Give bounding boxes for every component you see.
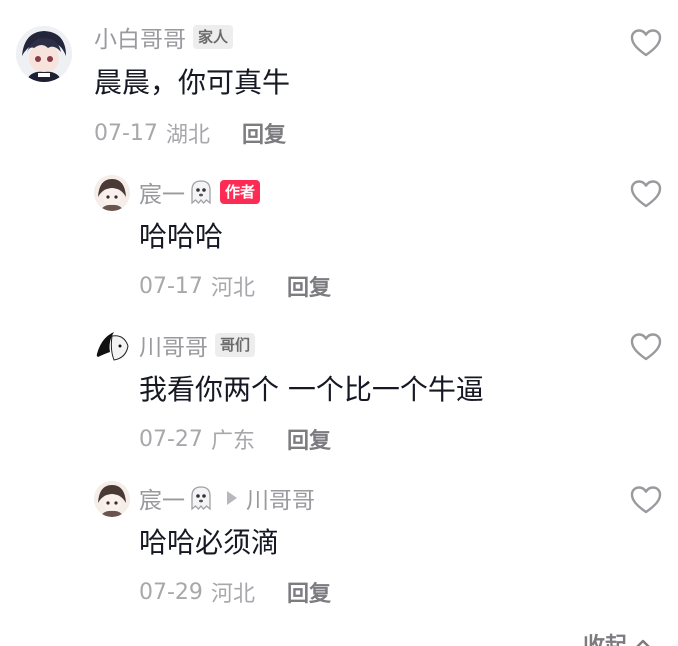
avatar[interactable] <box>16 26 72 82</box>
comment-meta: 07-27 广东 回复 <box>139 423 331 455</box>
avatar[interactable] <box>94 481 130 517</box>
comment-location: 湖北 <box>165 123 210 148</box>
comment-thread: 小白哥哥 家人 晨晨，你可真牛 07-17 湖北 回复 宸一 作者 哈哈哈 07… <box>0 0 678 646</box>
avatar-sketch-icon <box>94 328 130 364</box>
comment-meta: 07-17 湖北 回复 <box>94 117 286 149</box>
comment-meta: 07-17 河北 回复 <box>139 270 331 302</box>
username[interactable]: 宸一 <box>139 481 185 515</box>
comment-text: 哈哈必须滴 <box>139 526 280 559</box>
comment-location: 河北 <box>210 276 255 301</box>
username[interactable]: 小白哥哥 <box>94 20 186 54</box>
username[interactable]: 宸一 <box>139 175 185 209</box>
comment-location: 河北 <box>210 582 255 607</box>
comment-meta: 07-29 河北 回复 <box>139 576 331 608</box>
reply-to-arrow-icon <box>227 491 237 505</box>
avatar-anime-girl-icon <box>94 175 130 211</box>
comment-header: 小白哥哥 家人 <box>94 20 234 54</box>
heart-icon[interactable] <box>630 332 662 362</box>
relationship-badge: 家人 <box>193 25 234 49</box>
ghost-emoji-icon <box>191 180 211 205</box>
reply-button[interactable]: 回复 <box>287 423 331 455</box>
heart-icon[interactable] <box>630 179 662 209</box>
avatar[interactable] <box>94 175 130 211</box>
author-badge: 作者 <box>220 180 261 204</box>
ghost-emoji-icon <box>191 486 211 511</box>
comment-header: 川哥哥 哥们 <box>139 328 256 362</box>
relationship-badge: 哥们 <box>215 333 256 357</box>
comment-header: 宸一 川哥哥 <box>139 481 315 515</box>
comment-date: 07-17 <box>94 120 158 146</box>
reply-button[interactable]: 回复 <box>287 576 331 608</box>
collapse-replies-button[interactable]: 收起 <box>583 628 653 646</box>
comment-date: 07-29 <box>139 579 203 605</box>
username[interactable]: 川哥哥 <box>139 328 208 362</box>
comment-header: 宸一 作者 <box>139 175 261 209</box>
comment-date: 07-27 <box>139 426 203 452</box>
avatar-anime-girl-icon <box>94 481 130 517</box>
comment-location: 广东 <box>210 429 255 454</box>
reply-button[interactable]: 回复 <box>242 117 286 149</box>
collapse-label: 收起 <box>583 628 627 646</box>
comment-text: 晨晨，你可真牛 <box>94 66 291 99</box>
avatar[interactable] <box>94 328 130 364</box>
heart-icon[interactable] <box>630 485 662 515</box>
reply-to-username[interactable]: 川哥哥 <box>246 481 315 515</box>
avatar-anime-boy-icon <box>16 26 72 82</box>
comment-date: 07-17 <box>139 273 203 299</box>
comment-text: 哈哈哈 <box>139 220 224 253</box>
comment-text: 我看你两个 一个比一个牛逼 <box>139 373 484 406</box>
chevron-up-icon <box>636 639 650 646</box>
heart-icon[interactable] <box>630 28 662 58</box>
reply-button[interactable]: 回复 <box>287 270 331 302</box>
